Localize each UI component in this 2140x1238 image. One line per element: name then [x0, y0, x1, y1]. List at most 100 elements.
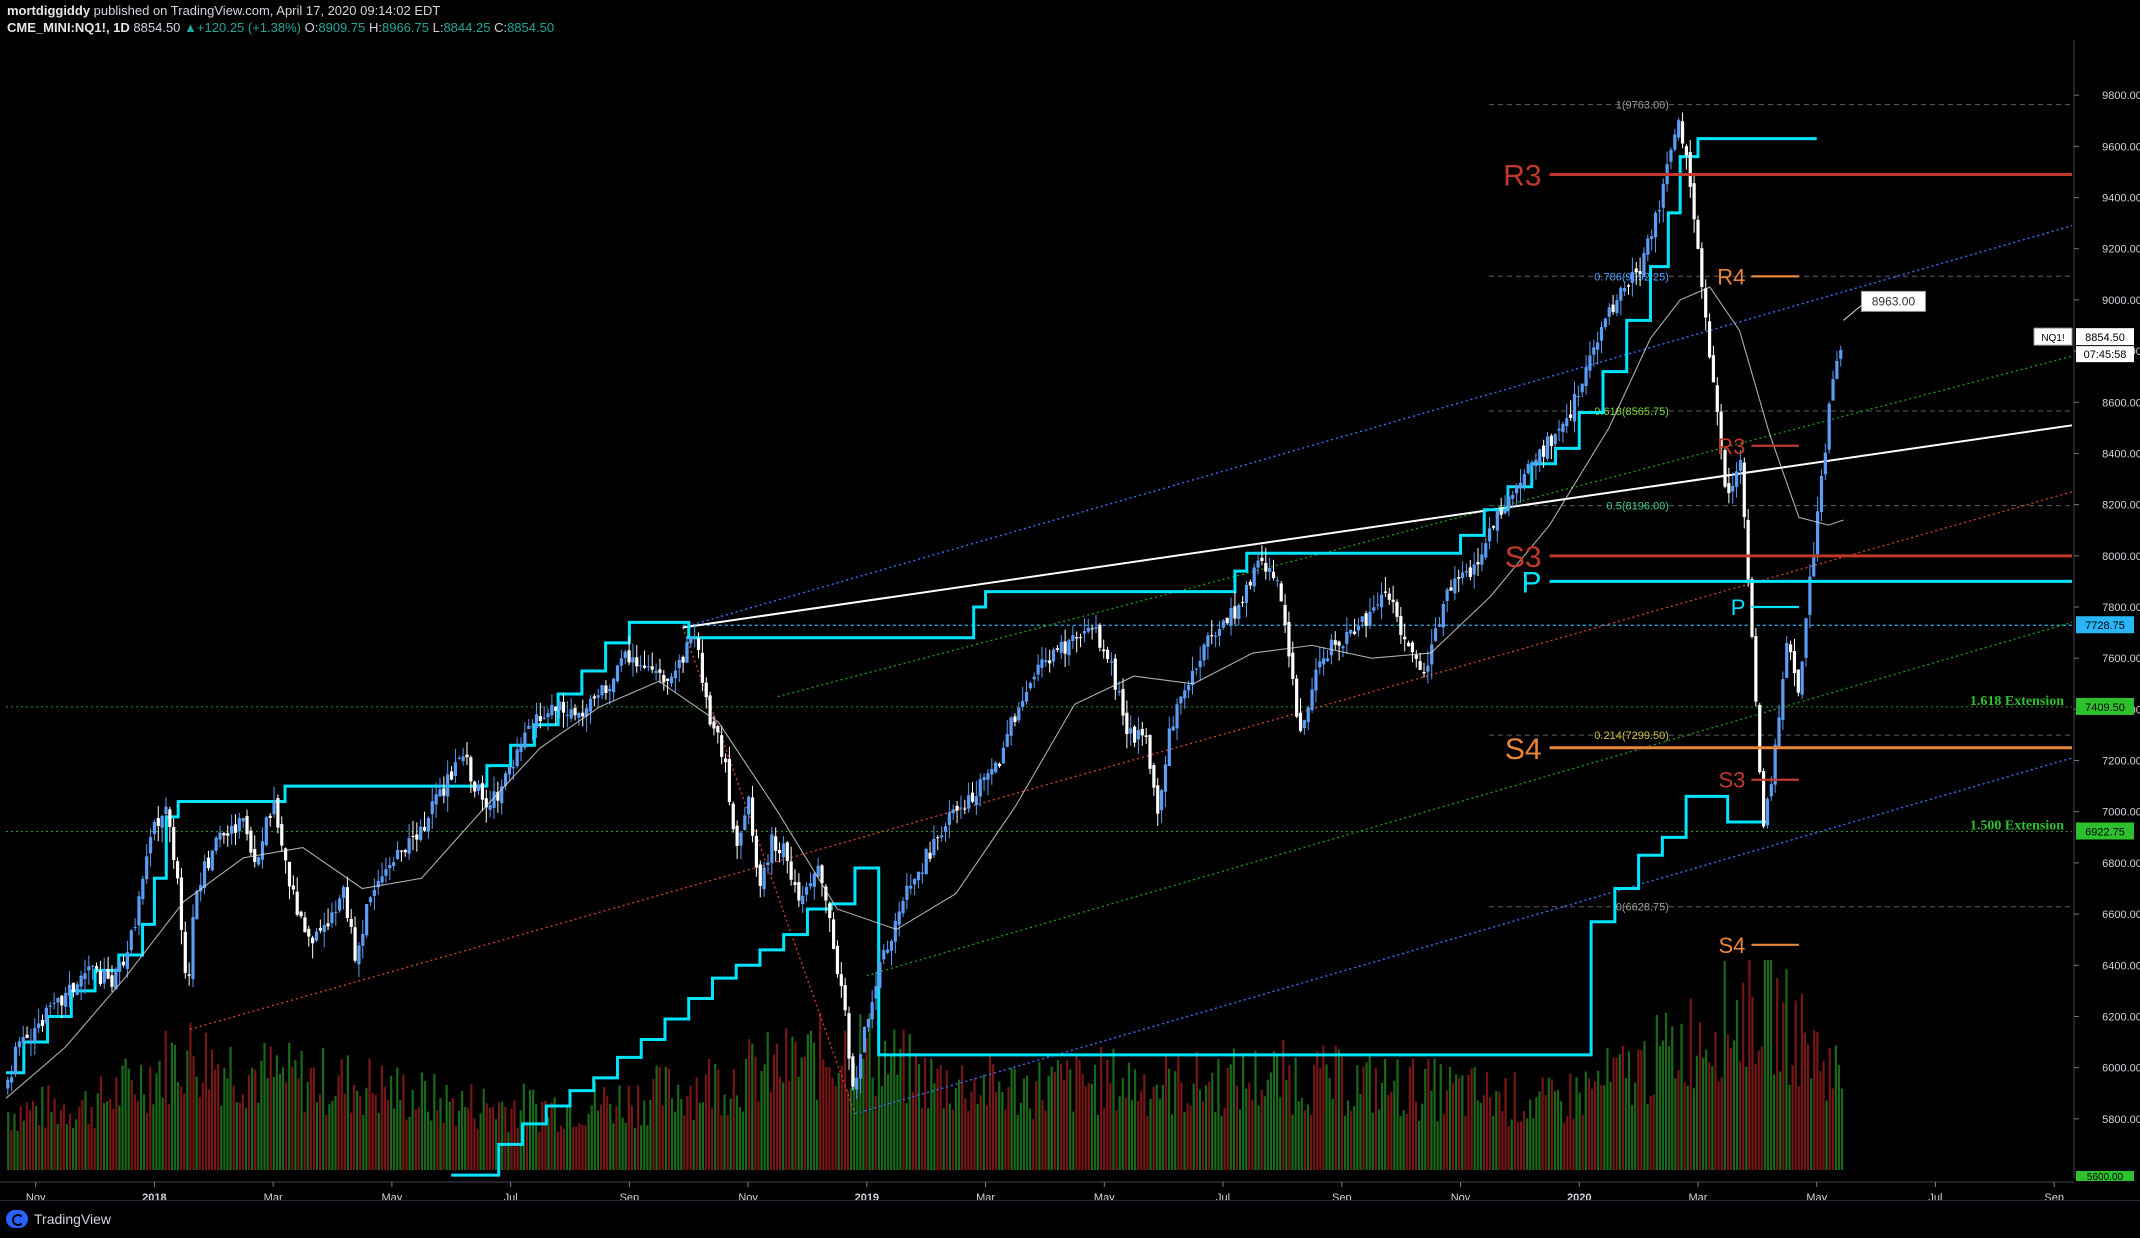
- price-tick-label: 7200.00: [2102, 756, 2140, 768]
- volume-bar: [1544, 1095, 1547, 1170]
- volume-bar: [1294, 1057, 1297, 1170]
- volume-bar: [1038, 1061, 1041, 1170]
- candle-body: [831, 919, 836, 949]
- candle-body: [473, 781, 477, 792]
- volume-bar: [214, 1069, 217, 1170]
- candle-body: [1399, 616, 1403, 635]
- volume-bar: [226, 1078, 229, 1170]
- volume-bar: [488, 1107, 491, 1170]
- chart-area[interactable]: 1(9763.00)0.786(9092.25)0.618(8565.75)0.…: [0, 40, 2140, 1215]
- tradingview-logo[interactable]: TradingView: [6, 1210, 111, 1228]
- volume-bar: [1004, 1109, 1007, 1170]
- candle-body: [1229, 608, 1233, 626]
- volume-bar: [396, 1067, 399, 1170]
- volume-bar: [90, 1106, 93, 1170]
- candle-body: [156, 818, 160, 826]
- volume-bar: [1717, 1081, 1720, 1170]
- candle-body: [1391, 599, 1395, 602]
- volume-bar: [1053, 1071, 1056, 1170]
- candle-body: [747, 796, 751, 815]
- price-chart[interactable]: 1(9763.00)0.786(9092.25)0.618(8565.75)0.…: [0, 40, 2140, 1200]
- volume-bar: [1186, 1103, 1189, 1170]
- volume-bar: [164, 1030, 167, 1170]
- candle-body: [812, 873, 816, 887]
- volume-bar: [334, 1095, 337, 1170]
- candle-body: [777, 849, 782, 854]
- volume-bar: [374, 1094, 377, 1170]
- candle-body: [1592, 347, 1596, 355]
- volume-bar: [1025, 1075, 1029, 1170]
- author-name[interactable]: mortdiggiddy: [7, 3, 90, 18]
- candle-body: [114, 968, 118, 990]
- volume-bar: [1152, 1086, 1155, 1170]
- volume-bar: [1254, 1051, 1257, 1170]
- candle-body: [920, 872, 924, 874]
- volume-bar: [945, 1070, 948, 1170]
- volume-bar: [674, 1111, 677, 1170]
- volume-bar: [1785, 968, 1788, 1170]
- candle-body: [37, 1023, 41, 1028]
- candle-body: [233, 824, 238, 833]
- volume-bar: [235, 1102, 238, 1170]
- volume-bar: [102, 1103, 106, 1170]
- candle-body: [1179, 696, 1183, 704]
- volume-bar: [207, 1089, 211, 1170]
- candle-body: [1210, 635, 1214, 637]
- volume-bar: [1726, 1034, 1729, 1170]
- volume-bar: [494, 1119, 498, 1170]
- volume-bar: [655, 1065, 658, 1170]
- candle-body: [943, 826, 948, 832]
- candle-body: [1557, 428, 1561, 431]
- last-price-tag: 8854.50: [2085, 332, 2125, 344]
- candle-body: [924, 849, 928, 875]
- candle-body: [820, 865, 824, 884]
- volume-bar: [1245, 1088, 1248, 1170]
- candle-body: [426, 817, 431, 832]
- volume-bar: [414, 1109, 417, 1170]
- volume-bar: [1337, 1049, 1340, 1170]
- volume-bar: [1597, 1070, 1600, 1170]
- candle-body: [91, 965, 95, 967]
- candle-body: [311, 937, 315, 944]
- volume-bar: [1263, 1096, 1266, 1170]
- volume-bar: [325, 1114, 328, 1170]
- volume-bar: [1606, 1048, 1609, 1170]
- candle-body: [226, 833, 230, 836]
- candle-body: [1148, 735, 1152, 769]
- volume-bar: [1347, 1100, 1350, 1170]
- volume-bar: [1390, 1091, 1393, 1170]
- volume-bar: [754, 1056, 757, 1170]
- volume-bar: [1803, 1032, 1807, 1170]
- symbol-label[interactable]: CME_MINI:NQ1!, 1D: [7, 20, 130, 35]
- volume-bar: [1340, 1056, 1344, 1170]
- volume-bar: [50, 1111, 53, 1170]
- volume-bar: [510, 1108, 513, 1170]
- candle-body: [94, 966, 99, 969]
- volume-bar: [1754, 1063, 1757, 1170]
- candle-body: [1102, 649, 1106, 652]
- volume-bar: [1201, 1101, 1205, 1170]
- pivot-label: R3: [1503, 160, 1541, 193]
- candle-body: [1291, 652, 1295, 679]
- candle-body: [909, 885, 913, 889]
- candle-body: [1055, 648, 1060, 650]
- time-tick-label: May: [382, 1192, 403, 1200]
- volume-bar: [1649, 1096, 1652, 1170]
- volume-bar: [1164, 1054, 1168, 1170]
- candle-body: [797, 882, 801, 901]
- price-tick-label: 8200.00: [2102, 500, 2140, 512]
- candle-body: [1422, 672, 1426, 674]
- volume-bar: [152, 1104, 155, 1170]
- candle-body: [121, 961, 126, 966]
- volume-bar: [34, 1106, 38, 1170]
- candle-body: [1727, 483, 1731, 494]
- candle-body: [1410, 642, 1415, 653]
- volume-bar: [976, 1103, 979, 1170]
- volume-bar: [1702, 1058, 1705, 1170]
- fib-level-label: 0.618(8565.75): [1594, 406, 1669, 418]
- candle-body: [789, 861, 793, 880]
- candle-body: [187, 974, 191, 976]
- candle-body: [322, 924, 326, 932]
- candle-body: [1611, 304, 1615, 312]
- volume-bar: [1146, 1116, 1149, 1170]
